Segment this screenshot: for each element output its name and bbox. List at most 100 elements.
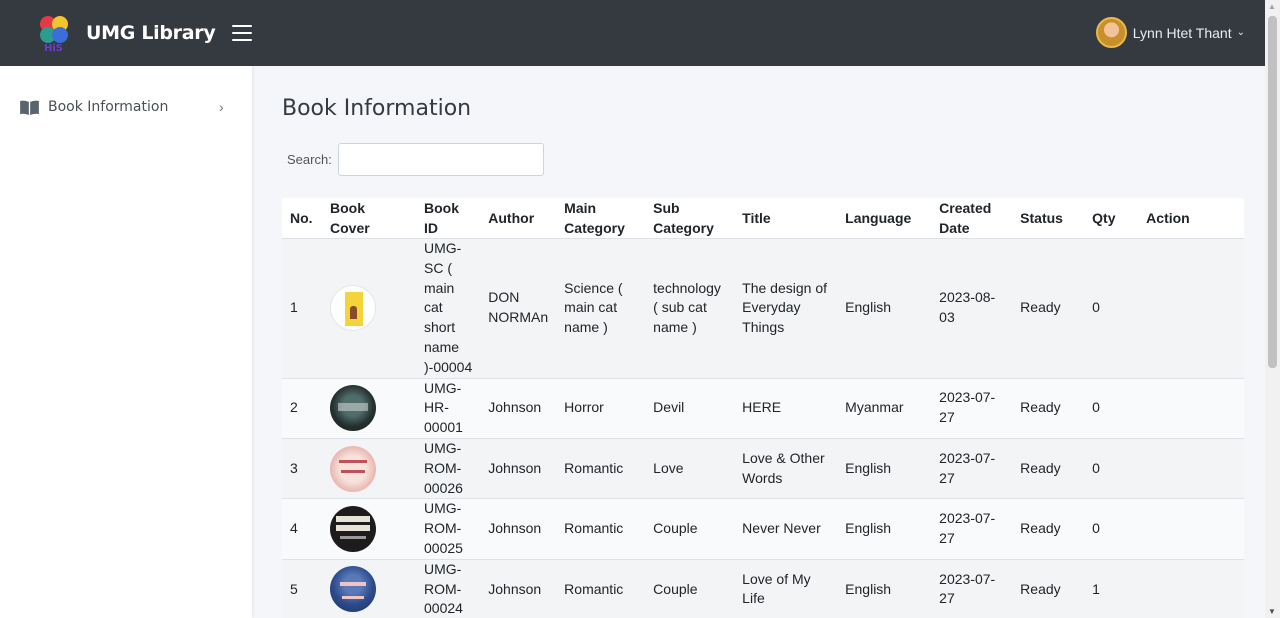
cell-author: Johnson	[480, 498, 557, 560]
cell-title: HERE	[734, 377, 838, 439]
cell-qty: 0	[1084, 498, 1139, 560]
cell-title: The design of Everyday Things	[734, 238, 838, 379]
cell-status: Ready	[1012, 238, 1085, 379]
cell-language: English	[837, 238, 932, 379]
table-row: 3 UMG-ROM-00026 Johnson Romantic Love Lo…	[282, 437, 1244, 499]
book-table: No. Book Cover Book ID Author Main Categ…	[282, 198, 1244, 618]
cell-sub-category: Couple	[645, 558, 735, 618]
cell-title: Never Never	[734, 498, 838, 560]
cell-cover	[322, 558, 416, 618]
cell-author: DON NORMAn	[480, 238, 557, 379]
sidebar-item-label: Book Information	[48, 99, 169, 115]
cell-book-id: UMG-ROM-00026	[416, 437, 481, 499]
book-cover-image	[330, 506, 376, 553]
cell-book-id: UMG-ROM-00025	[416, 498, 481, 560]
cell-qty: 0	[1084, 238, 1139, 379]
cell-cover	[322, 437, 416, 499]
col-header-book-cover[interactable]: Book Cover	[322, 198, 416, 239]
avatar	[1095, 17, 1127, 48]
cell-no: 5	[282, 558, 322, 618]
table-row: 4 UMG-ROM-00025 Johnson Romantic Couple …	[282, 498, 1244, 560]
cell-book-id: UMG-ROM-00024	[416, 558, 481, 618]
cell-action	[1138, 377, 1244, 439]
main-content: Book Information Search: No. Book Cover …	[282, 66, 1244, 618]
col-header-language[interactable]: Language	[837, 198, 931, 239]
cell-status: Ready	[1012, 558, 1085, 618]
cell-action	[1138, 558, 1244, 618]
col-header-sub-category[interactable]: Sub Category	[645, 198, 734, 239]
cell-title: Love of My Life	[734, 558, 838, 618]
chevron-right-icon: ›	[219, 99, 224, 115]
app-title: UMG Library	[86, 22, 216, 44]
menu-toggle-icon[interactable]	[232, 25, 252, 41]
top-navbar: HiS UMG Library Lynn Htet Thant ⌄	[0, 0, 1265, 66]
col-header-qty[interactable]: Qty	[1084, 198, 1138, 239]
cell-created-date: 2023-07-27	[931, 437, 1013, 499]
cell-main-category: Romantic	[556, 498, 646, 560]
cell-language: English	[837, 498, 932, 560]
search-label: Search:	[287, 152, 332, 167]
cell-language: English	[837, 437, 932, 499]
search-input[interactable]	[337, 143, 544, 176]
col-header-created-date[interactable]: Created Date	[931, 198, 1012, 239]
col-header-author[interactable]: Author	[480, 198, 556, 239]
cell-action	[1138, 498, 1244, 560]
scroll-thumb[interactable]	[1268, 16, 1277, 368]
col-header-book-id[interactable]: Book ID	[416, 198, 480, 239]
cell-main-category: Romantic	[556, 437, 646, 499]
col-header-action: Action	[1146, 210, 1190, 226]
cell-status: Ready	[1012, 498, 1085, 560]
cell-language: English	[837, 558, 932, 618]
cell-status: Ready	[1012, 437, 1085, 499]
user-menu[interactable]: Lynn Htet Thant ⌄	[1095, 17, 1245, 48]
col-header-main-category[interactable]: Main Category	[556, 198, 645, 239]
search-bar: Search:	[282, 143, 1244, 176]
cell-sub-category: Couple	[645, 498, 735, 560]
book-cover-image	[330, 385, 376, 432]
cell-action	[1138, 238, 1244, 379]
app-logo: HiS	[38, 14, 76, 54]
col-header-title[interactable]: Title	[734, 198, 837, 239]
book-cover-image	[330, 566, 376, 613]
cell-created-date: 2023-07-27	[931, 558, 1013, 618]
cell-book-id: UMG-HR-00001	[416, 377, 481, 439]
cell-author: Johnson	[480, 377, 557, 439]
chevron-down-icon: ⌄	[1236, 27, 1245, 38]
table-header-row: No. Book Cover Book ID Author Main Categ…	[282, 198, 1244, 239]
cell-author: Johnson	[480, 558, 557, 618]
cell-qty: 0	[1084, 437, 1139, 499]
page-title: Book Information	[282, 96, 472, 121]
cell-created-date: 2023-07-27	[931, 377, 1013, 439]
book-cover-image	[330, 445, 376, 492]
cell-sub-category: Devil	[645, 377, 735, 439]
cell-status: Ready	[1012, 377, 1085, 439]
sidebar-item-book-information[interactable]: Book Information ›	[0, 87, 252, 127]
cell-sub-category: Love	[645, 437, 735, 499]
cell-no: 1	[282, 238, 322, 379]
cell-main-category: Romantic	[556, 558, 646, 618]
book-open-icon	[20, 100, 39, 115]
page-scrollbar[interactable]: ▲ ▼	[1265, 0, 1280, 618]
brand[interactable]: HiS UMG Library	[0, 0, 230, 66]
cell-book-id: UMG-SC ( main cat short name )-00004	[416, 238, 481, 379]
col-header-status[interactable]: Status	[1012, 198, 1084, 239]
cell-main-category: Horror	[556, 377, 646, 439]
cell-no: 2	[282, 377, 322, 439]
table-row: 5 UMG-ROM-00024 Johnson Romantic Couple …	[282, 558, 1244, 618]
cell-no: 3	[282, 437, 322, 499]
sidebar: Book Information ›	[0, 66, 252, 618]
table-row: 1 UMG-SC ( main cat short name )-00004 D…	[282, 238, 1244, 379]
scroll-down-icon[interactable]: ▼	[1268, 607, 1276, 616]
col-header-no[interactable]: No.	[282, 198, 322, 239]
cell-language: Myanmar	[837, 377, 932, 439]
cell-action	[1138, 437, 1244, 499]
cell-qty: 0	[1084, 377, 1139, 439]
cell-created-date: 2023-08-03	[931, 238, 1013, 379]
cell-author: Johnson	[480, 437, 557, 499]
table-row: 2 UMG-HR-00001 Johnson Horror Devil HERE…	[282, 377, 1244, 439]
cell-created-date: 2023-07-27	[931, 498, 1013, 560]
user-name: Lynn Htet Thant	[1132, 24, 1232, 41]
cell-title: Love & Other Words	[734, 437, 838, 499]
cell-sub-category: technology ( sub cat name )	[645, 238, 735, 379]
scroll-up-icon[interactable]: ▲	[1268, 2, 1276, 11]
